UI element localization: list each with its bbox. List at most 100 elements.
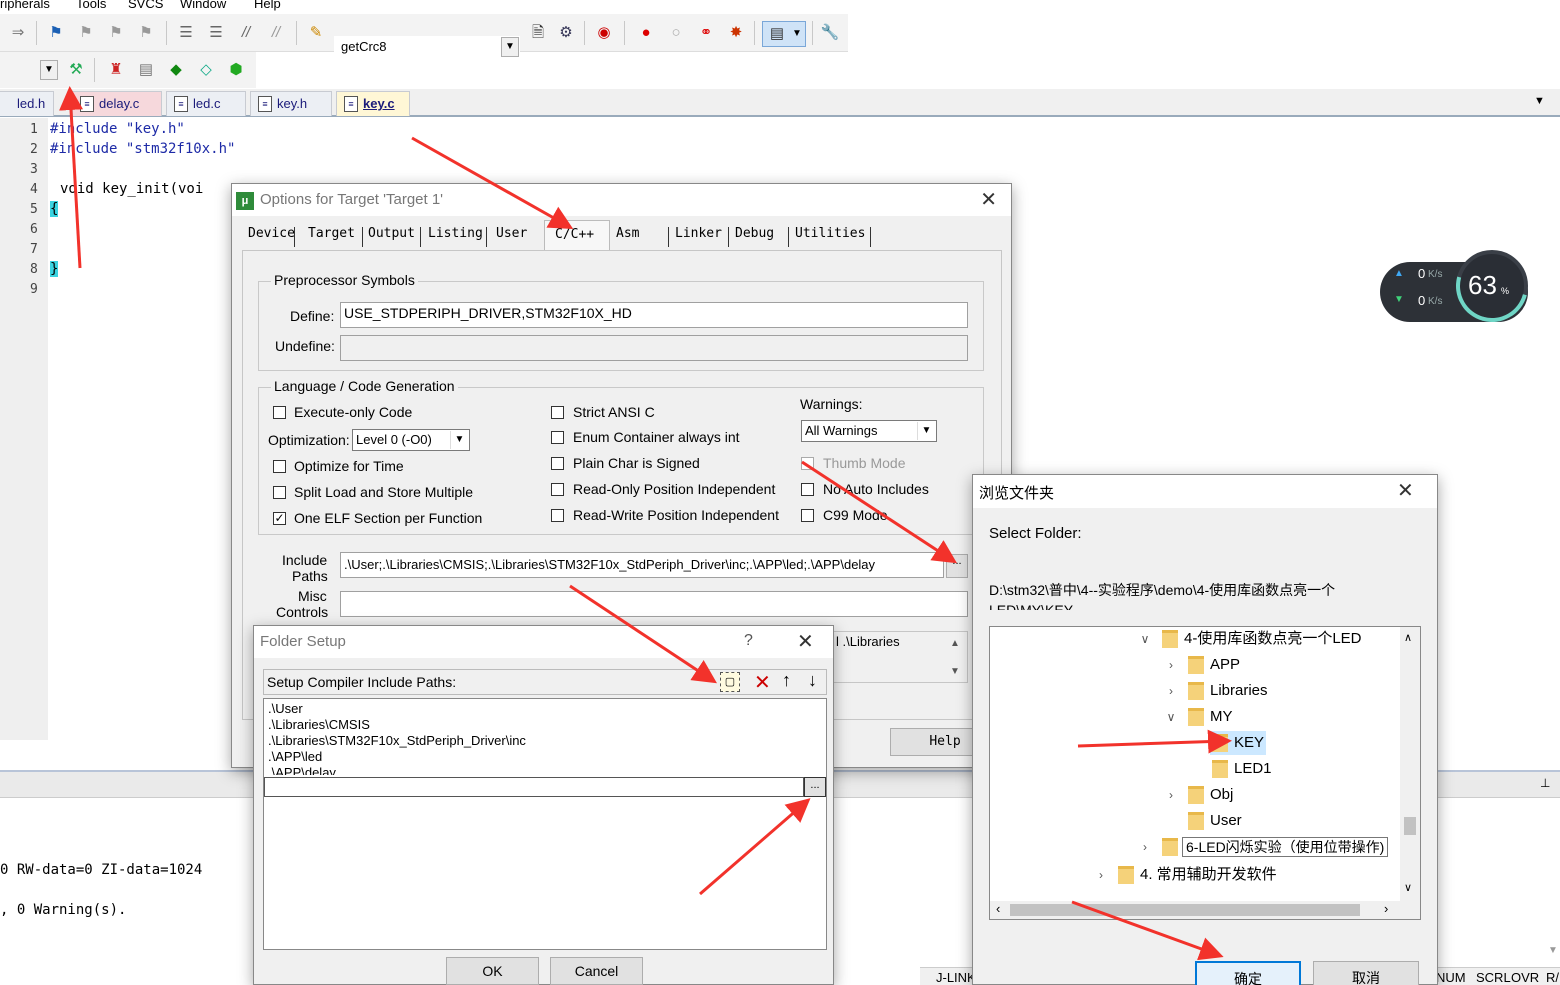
unindent-icon[interactable]: ☰ — [206, 23, 226, 43]
list-item[interactable]: .\Libraries\CMSIS — [268, 717, 370, 733]
pin-icon[interactable]: ⊥ — [1540, 776, 1550, 790]
comment-icon[interactable]: // — [236, 23, 256, 43]
delete-icon[interactable]: ✕ — [754, 670, 771, 695]
manage-project-icon[interactable]: ♜ — [106, 60, 126, 80]
chevron-right-icon[interactable]: › — [1164, 653, 1178, 677]
find-in-files-icon[interactable]: ✎ — [306, 23, 326, 43]
cancel-button[interactable]: 取消 — [1313, 961, 1419, 985]
menu-peripherals[interactable]: ripherals — [0, 0, 50, 11]
prev-bookmark-icon[interactable]: ⚑ — [76, 23, 96, 43]
ok-button[interactable]: OK — [446, 957, 539, 985]
scroll-down-icon[interactable]: ∨ — [1404, 881, 1412, 894]
define-input[interactable]: USE_STDPERIPH_DRIVER,STM32F10X_HD — [340, 302, 968, 328]
rw-pi-checkbox[interactable] — [551, 509, 564, 522]
tab-user[interactable]: User — [496, 226, 527, 241]
tab-linker[interactable]: Linker — [675, 226, 722, 241]
tree-node-led-blink[interactable]: › 6-LED闪烁实验（使用位带操作) — [1138, 835, 1420, 859]
one-elf-checkbox[interactable]: ✓ — [273, 512, 286, 525]
tree-node-libraries[interactable]: › Libraries — [1164, 679, 1324, 703]
tab-key-c[interactable]: ≡ key.c — [336, 91, 410, 116]
clear-bookmarks-icon[interactable]: ⚑ — [136, 23, 156, 43]
incremental-find-icon[interactable]: ⚙ — [556, 23, 576, 43]
uncomment-icon[interactable]: // — [266, 23, 286, 43]
scroll-left-icon[interactable]: ‹ — [996, 901, 1000, 916]
move-down-icon[interactable]: ↓ — [808, 670, 817, 691]
include-paths-list[interactable]: .\User .\Libraries\CMSIS .\Libraries\STM… — [263, 698, 827, 950]
plain-char-checkbox[interactable] — [551, 457, 564, 470]
list-item[interactable]: .\User — [268, 701, 303, 717]
find-icon[interactable]: 🗎 — [528, 23, 548, 43]
select-packs-icon[interactable]: ▤ — [136, 60, 156, 80]
menu-svcs[interactable]: SVCS — [128, 0, 163, 11]
bookmark-icon[interactable]: ⚑ — [46, 23, 66, 43]
folder-tree[interactable]: ∨ 4-使用库函数点亮一个LED › APP › Libraries ∨ MY … — [989, 626, 1421, 920]
tab-led-h[interactable]: led.h — [0, 91, 54, 116]
chevron-down-icon[interactable]: ▼ — [501, 37, 519, 57]
tab-delay-c[interactable]: ≡ delay.c — [72, 91, 162, 116]
split-load-checkbox[interactable] — [273, 486, 286, 499]
new-folder-icon[interactable]: ▢ — [720, 672, 740, 692]
confirm-button[interactable]: 确定 — [1195, 961, 1301, 985]
warnings-select[interactable]: All Warnings ▼ — [801, 420, 937, 442]
tree-node-root[interactable]: ∨ 4-使用库函数点亮一个LED — [1138, 627, 1398, 651]
manage-rte-icon[interactable]: ◆ — [166, 60, 186, 80]
include-paths-browse-button[interactable]: ... — [946, 554, 968, 578]
tab-cc-active[interactable]: C/C++ — [544, 220, 610, 250]
menu-tools[interactable]: Tools — [76, 0, 106, 11]
close-icon[interactable]: ✕ — [980, 190, 997, 210]
c99-mode-checkbox[interactable] — [801, 509, 814, 522]
tab-output[interactable]: Output — [368, 226, 415, 241]
tree-node-app[interactable]: › APP — [1164, 653, 1324, 677]
chevron-right-icon[interactable]: › — [1138, 835, 1152, 859]
breakpoint-icon[interactable]: ● — [636, 23, 656, 43]
debug-session-icon[interactable]: ◉ — [594, 23, 614, 43]
scroll-up-icon[interactable]: ▲ — [950, 638, 960, 649]
scroll-down-icon[interactable]: ▼ — [1548, 945, 1558, 956]
move-up-icon[interactable]: ↑ — [782, 670, 791, 691]
configure-icon[interactable]: 🔧 — [820, 23, 840, 43]
tree-node-my[interactable]: ∨ MY — [1164, 705, 1324, 729]
list-item[interactable]: .\APP\led — [268, 749, 322, 765]
include-paths-input[interactable]: .\User;.\Libraries\CMSIS;.\Libraries\STM… — [340, 552, 944, 578]
execute-only-checkbox[interactable] — [273, 406, 286, 419]
optimize-time-checkbox[interactable] — [273, 460, 286, 473]
tree-node-obj[interactable]: › Obj — [1164, 783, 1324, 807]
tab-debug[interactable]: Debug — [735, 226, 774, 241]
menu-window[interactable]: Window — [180, 0, 226, 11]
vertical-scrollbar[interactable]: ∧ ∨ — [1400, 627, 1420, 901]
close-icon[interactable]: ✕ — [797, 632, 814, 652]
tab-list-chevron-down-icon[interactable]: ▼ — [1534, 95, 1545, 107]
tab-key-h[interactable]: ≡ key.h — [250, 91, 332, 116]
options-for-target-icon[interactable]: ⚒ — [66, 60, 86, 80]
horizontal-scrollbar[interactable]: ‹ › — [990, 901, 1420, 919]
target-combo[interactable]: getCrc8 ▼ — [334, 36, 520, 58]
nav-forward-icon[interactable]: ⇒ — [8, 23, 28, 43]
scrollbar-thumb[interactable] — [1404, 817, 1416, 835]
tab-asm[interactable]: Asm — [616, 226, 639, 241]
scrollbar-thumb[interactable] — [1010, 904, 1360, 916]
chevron-right-icon[interactable]: › — [1094, 863, 1108, 887]
misc-controls-input[interactable] — [340, 591, 968, 617]
chevron-down-icon[interactable]: ▼ — [40, 60, 58, 80]
tab-listing[interactable]: Listing — [428, 226, 483, 241]
indent-icon[interactable]: ☰ — [176, 23, 196, 43]
disable-all-breakpoints-icon[interactable]: ⚭ — [696, 23, 716, 43]
strict-ansi-checkbox[interactable] — [551, 406, 564, 419]
new-path-edit[interactable] — [264, 777, 804, 797]
components-icon[interactable]: ⬢ — [226, 60, 246, 80]
undefine-input[interactable] — [340, 335, 968, 361]
path-browse-button[interactable]: ... — [804, 777, 826, 797]
chevron-down-icon[interactable]: ∨ — [1164, 705, 1178, 729]
tab-target[interactable]: Target — [308, 226, 355, 241]
no-auto-includes-checkbox[interactable] — [801, 483, 814, 496]
list-item[interactable]: .\APP\delay — [268, 765, 336, 775]
tree-node-key-selected[interactable]: KEY — [1210, 731, 1266, 755]
scroll-right-icon[interactable]: › — [1384, 901, 1388, 916]
tree-node-tools[interactable]: › 4. 常用辅助开发软件 — [1094, 863, 1314, 887]
tab-utilities[interactable]: Utilities — [795, 226, 865, 241]
ro-pi-checkbox[interactable] — [551, 483, 564, 496]
enum-container-checkbox[interactable] — [551, 431, 564, 444]
cancel-button[interactable]: Cancel — [550, 957, 643, 985]
tab-led-c[interactable]: ≡ led.c — [166, 91, 246, 116]
menu-help[interactable]: Help — [254, 0, 281, 11]
